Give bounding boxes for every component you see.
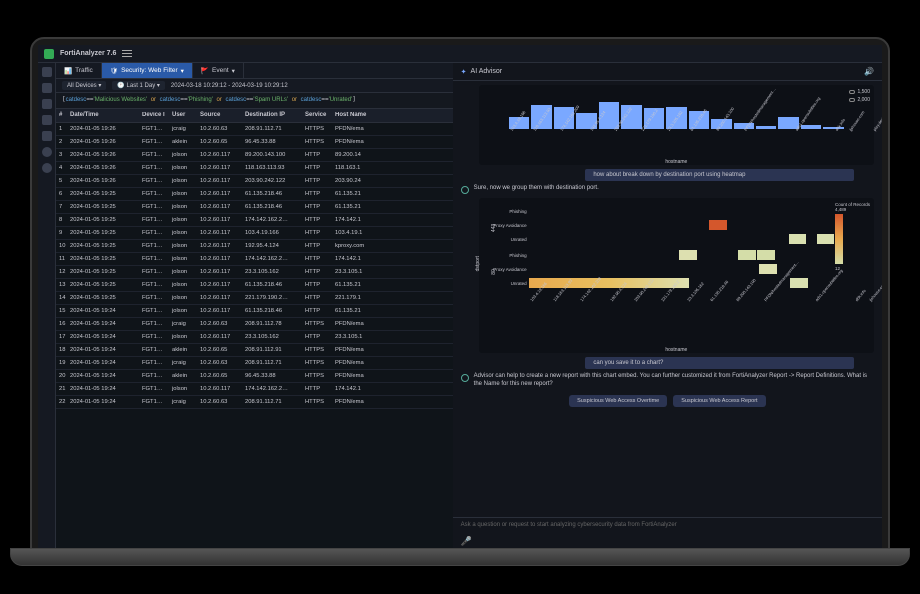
icon-refresh[interactable] xyxy=(42,163,52,173)
ai-reply-1: Sure, now we group them with destination… xyxy=(461,185,874,194)
tab-security[interactable]: 🛡 Security: Web Filter ▾ xyxy=(102,63,193,78)
col-user[interactable]: User xyxy=(172,112,200,118)
chart1-xlabel: hostname xyxy=(479,159,874,165)
icon-add[interactable] xyxy=(42,147,52,157)
user-message-2: can you save it to a chart? xyxy=(585,357,854,369)
ai-avatar-icon xyxy=(461,374,469,382)
spark-icon: ✦ xyxy=(461,68,467,76)
suggestion-buttons: Suspicious Web Access Overtime Suspiciou… xyxy=(461,395,874,407)
chat-body: 103.4.19.166118.163.113.93174.142.162.20… xyxy=(453,81,882,517)
suggestion-report[interactable]: Suspicious Web Access Report xyxy=(673,395,765,407)
chart1-legend: 1,500 2,000 xyxy=(849,89,870,103)
heatmap-legend: Count of Records 4,489 12 xyxy=(835,202,870,271)
heatmap-xaxis: hostname xyxy=(479,347,874,353)
col-source[interactable]: Source xyxy=(200,112,245,118)
table-row[interactable]: 82024-01-05 19:25FGT1…jolson10.2.60.1171… xyxy=(56,214,453,227)
device-filter[interactable]: All Devices ▾ xyxy=(62,81,106,90)
table-row[interactable]: 182024-01-05 19:24FGT1…aklein10.2.60.652… xyxy=(56,344,453,357)
col-hostname[interactable]: Host Name xyxy=(335,112,385,118)
time-filter[interactable]: 🕐 Last 1 Day ▾ xyxy=(112,81,165,90)
heatmap-ylabel: dstport xyxy=(475,256,481,271)
table-row[interactable]: 102024-01-05 19:25FGT1…jolson10.2.60.117… xyxy=(56,240,453,253)
ai-avatar-icon xyxy=(461,186,469,194)
app-icon xyxy=(44,49,54,59)
hamburger-icon[interactable] xyxy=(122,49,132,59)
icon-report[interactable] xyxy=(42,115,52,125)
table-body: 12024-01-05 19:26FGT1…jcraig10.2.60.6320… xyxy=(56,123,453,409)
col-datetime[interactable]: Date/Time xyxy=(70,112,142,118)
query-bar[interactable]: [catdesc=='Malicious Websites' or catdes… xyxy=(56,93,453,109)
app-title: FortiAnalyzer 7.6 xyxy=(60,50,116,57)
table-row[interactable]: 202024-01-05 19:24FGT1…aklein10.2.60.659… xyxy=(56,370,453,383)
ai-input[interactable]: Ask a question or request to start analy… xyxy=(453,517,882,549)
table-header: # Date/Time Device I User Source Destina… xyxy=(56,109,453,123)
app-titlebar: FortiAnalyzer 7.6 xyxy=(38,45,882,63)
log-panel: 📊 Traffic 🛡 Security: Web Filter ▾ 🚩 Eve… xyxy=(56,63,453,549)
icon-home[interactable] xyxy=(42,67,52,77)
table-row[interactable]: 12024-01-05 19:26FGT1…jcraig10.2.60.6320… xyxy=(56,123,453,136)
mic-icon[interactable]: 🎤 xyxy=(461,536,472,547)
table-row[interactable]: 142024-01-05 19:25FGT1…jolson10.2.60.117… xyxy=(56,292,453,305)
tab-traffic[interactable]: 📊 Traffic xyxy=(56,63,102,78)
table-row[interactable]: 152024-01-05 19:24FGT1…jolson10.2.60.117… xyxy=(56,305,453,318)
left-iconbar xyxy=(38,63,56,549)
table-row[interactable]: 72024-01-05 19:25FGT1…jolson10.2.60.1176… xyxy=(56,201,453,214)
table-row[interactable]: 52024-01-05 19:26FGT1…jolson10.2.60.1172… xyxy=(56,175,453,188)
table-row[interactable]: 62024-01-05 19:25FGT1…jolson10.2.60.1176… xyxy=(56,188,453,201)
table-row[interactable]: 172024-01-05 19:24FGT1…jolson10.2.60.117… xyxy=(56,331,453,344)
table-row[interactable]: 112024-01-05 19:25FGT1…jolson10.2.60.117… xyxy=(56,253,453,266)
ai-header: ✦ AI Advisor 🔊 xyxy=(453,63,882,81)
icon-log[interactable] xyxy=(42,99,52,109)
table-row[interactable]: 32024-01-05 19:26FGT1…jolson10.2.60.1178… xyxy=(56,149,453,162)
table-row[interactable]: 192024-01-05 19:24FGT1…jcraig10.2.60.632… xyxy=(56,357,453,370)
col-service[interactable]: Service xyxy=(305,112,335,118)
table-row[interactable]: 222024-01-05 19:24FGT1…jcraig10.2.60.632… xyxy=(56,396,453,409)
col-device[interactable]: Device I xyxy=(142,112,172,118)
user-message-1: how about break down by destination port… xyxy=(585,169,854,181)
table-row[interactable]: 92024-01-05 19:25FGT1…jolson10.2.60.1171… xyxy=(56,227,453,240)
log-table: # Date/Time Device I User Source Destina… xyxy=(56,109,453,549)
ai-reply-2: Advisor can help to create a new report … xyxy=(461,373,874,389)
suggestion-overtime[interactable]: Suspicious Web Access Overtime xyxy=(569,395,667,407)
table-row[interactable]: 22024-01-05 19:26FGT1…aklein10.2.60.6596… xyxy=(56,136,453,149)
icon-event[interactable] xyxy=(42,131,52,141)
ai-title: AI Advisor xyxy=(471,68,503,75)
filter-bar: All Devices ▾ 🕐 Last 1 Day ▾ 2024-03-18 … xyxy=(56,79,453,93)
bar-chart: 103.4.19.166118.163.113.93174.142.162.20… xyxy=(479,85,874,165)
tab-event[interactable]: 🚩 Event ▾ xyxy=(193,63,244,78)
icon-dashboard[interactable] xyxy=(42,83,52,93)
table-row[interactable]: 162024-01-05 19:24FGT1…jcraig10.2.60.632… xyxy=(56,318,453,331)
time-range: 2024-03-18 10:29:12 - 2024-03-19 10:29:1… xyxy=(171,83,288,89)
ai-input-placeholder: Ask a question or request to start analy… xyxy=(461,520,874,536)
ai-advisor-panel: ✦ AI Advisor 🔊 103.4.19.166118.163.113.9… xyxy=(453,63,882,549)
table-row[interactable]: 212024-01-05 19:24FGT1…jolson10.2.60.117… xyxy=(56,383,453,396)
col-num[interactable]: # xyxy=(56,112,70,118)
heatmap-chart: dstport 443 Phishing Proxy Avoidance Unr… xyxy=(479,198,874,353)
table-row[interactable]: 132024-01-05 19:25FGT1…jolson10.2.60.117… xyxy=(56,279,453,292)
table-row[interactable]: 122024-01-05 19:25FGT1…jolson10.2.60.117… xyxy=(56,266,453,279)
speaker-icon[interactable]: 🔊 xyxy=(864,67,874,76)
tab-bar: 📊 Traffic 🛡 Security: Web Filter ▾ 🚩 Eve… xyxy=(56,63,453,79)
table-row[interactable]: 42024-01-05 19:26FGT1…jolson10.2.60.1171… xyxy=(56,162,453,175)
col-dest[interactable]: Destination IP xyxy=(245,112,305,118)
